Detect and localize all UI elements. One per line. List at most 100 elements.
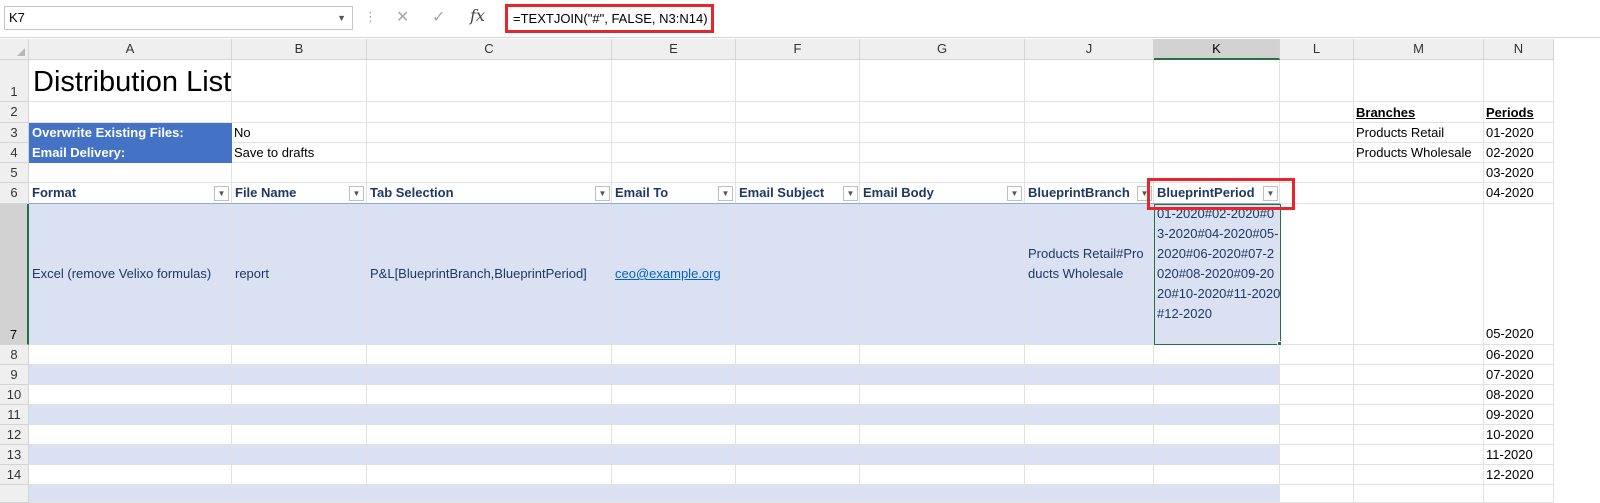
grid-cell[interactable]	[367, 425, 612, 445]
table-header-email-subject[interactable]: Email Subject	[736, 183, 860, 204]
grid-cell[interactable]	[1354, 405, 1484, 425]
grid-cell[interactable]	[1280, 143, 1354, 163]
grid-cell[interactable]	[736, 345, 860, 365]
grid-cell[interactable]	[612, 425, 736, 445]
grid-cell[interactable]	[1354, 385, 1484, 405]
column-header[interactable]: K	[1154, 39, 1280, 60]
grid-cell[interactable]	[1154, 405, 1280, 425]
option-email-delivery-value[interactable]: Save to drafts	[234, 143, 314, 163]
grid-cell[interactable]	[1154, 102, 1280, 123]
grid-cell[interactable]	[1484, 485, 1554, 503]
grid-cell[interactable]	[232, 405, 367, 425]
period-item[interactable]: 05-2020	[1486, 324, 1534, 344]
sheet-title[interactable]: Distribution List	[33, 63, 231, 101]
row-header[interactable]: 3	[0, 123, 29, 143]
grid-cell[interactable]	[1154, 60, 1280, 102]
grid-cell[interactable]	[1154, 465, 1280, 485]
grid-cell[interactable]	[367, 60, 612, 102]
grid-cell[interactable]	[232, 385, 367, 405]
grid-cell[interactable]	[736, 425, 860, 445]
grid-cell[interactable]	[612, 345, 736, 365]
grid-cell[interactable]	[367, 102, 612, 123]
grid-cell[interactable]	[1354, 60, 1484, 102]
grid-cell[interactable]	[612, 143, 736, 163]
period-item[interactable]: 11-2020	[1486, 445, 1533, 465]
grid-cell[interactable]	[367, 143, 612, 163]
grid-cell[interactable]	[29, 405, 232, 425]
grid-cell[interactable]	[860, 60, 1025, 102]
grid-cell[interactable]	[1280, 425, 1354, 445]
row-header[interactable]: 7	[0, 204, 29, 345]
cancel-icon[interactable]: ✕	[396, 7, 409, 27]
grid-cell[interactable]	[1354, 204, 1484, 345]
period-item[interactable]: 06-2020	[1486, 345, 1534, 365]
grid-cell[interactable]	[29, 445, 232, 465]
grid-cell[interactable]	[860, 204, 1025, 345]
table-header-format[interactable]: Format	[29, 183, 232, 204]
grid-cell[interactable]	[1354, 163, 1484, 183]
grid-cell[interactable]	[1154, 365, 1280, 385]
grid-cell[interactable]	[1025, 405, 1154, 425]
filter-dropdown-icon[interactable]: ▼	[1007, 186, 1022, 201]
row-header[interactable]: 9	[0, 365, 29, 385]
branch-item[interactable]: Products Wholesale	[1356, 143, 1472, 163]
grid-cell[interactable]	[736, 143, 860, 163]
name-box[interactable]: K7 ▼	[4, 6, 353, 30]
grid-cell[interactable]	[232, 345, 367, 365]
row-header[interactable]	[0, 485, 29, 503]
grid-cell[interactable]	[1025, 385, 1154, 405]
grid-cell[interactable]	[736, 465, 860, 485]
grid-cell[interactable]	[1154, 345, 1280, 365]
grid-cell[interactable]	[232, 485, 367, 503]
grid-cell[interactable]	[1354, 445, 1484, 465]
grid-cell[interactable]	[1025, 425, 1154, 445]
grid-cell[interactable]	[612, 485, 736, 503]
grid-cell[interactable]	[1280, 485, 1354, 503]
row-header[interactable]: 8	[0, 345, 29, 365]
cell-format[interactable]: Excel (remove Velixo formulas)	[32, 266, 211, 281]
period-item[interactable]: 12-2020	[1486, 465, 1534, 485]
grid-cell[interactable]	[860, 345, 1025, 365]
grid-cell[interactable]	[367, 123, 612, 143]
grid-cell[interactable]	[1154, 485, 1280, 503]
grid-cell[interactable]	[1025, 60, 1154, 102]
grid-cell[interactable]	[612, 163, 736, 183]
grid-cell[interactable]	[367, 405, 612, 425]
grid-cell[interactable]	[29, 102, 232, 123]
grid-cell[interactable]	[1354, 425, 1484, 445]
grid-cell[interactable]	[367, 365, 612, 385]
row-header[interactable]: 5	[0, 163, 29, 183]
grid-cell[interactable]	[232, 123, 367, 143]
column-header[interactable]: G	[860, 39, 1025, 60]
grid-cell[interactable]	[1354, 365, 1484, 385]
grid-cell[interactable]	[612, 102, 736, 123]
grid-cell[interactable]	[1280, 385, 1354, 405]
grid-cell[interactable]	[612, 365, 736, 385]
grid-cell[interactable]	[1025, 143, 1154, 163]
grid-cell[interactable]	[232, 465, 367, 485]
grid-cell[interactable]	[1354, 485, 1484, 503]
grid-cell[interactable]	[736, 102, 860, 123]
grid-cell[interactable]	[612, 445, 736, 465]
grid-cell[interactable]	[860, 465, 1025, 485]
option-overwrite-value[interactable]: No	[234, 123, 251, 143]
select-all-button[interactable]	[0, 39, 29, 60]
grid-cell[interactable]	[736, 445, 860, 465]
filter-dropdown-icon[interactable]: ▼	[349, 186, 364, 201]
row-header[interactable]: 12	[0, 425, 29, 445]
period-item[interactable]: 09-2020	[1486, 405, 1534, 425]
grid-cell[interactable]	[1025, 345, 1154, 365]
column-header[interactable]: L	[1280, 39, 1354, 60]
insert-function-icon[interactable]: fx	[470, 6, 485, 25]
grid-cell[interactable]	[1354, 345, 1484, 365]
formula-input[interactable]: =TEXTJOIN("#", FALSE, N3:N14)	[505, 4, 714, 33]
grid-cell[interactable]	[232, 60, 367, 102]
grid-cell[interactable]	[612, 465, 736, 485]
grid-cell[interactable]	[1280, 445, 1354, 465]
grid-cell[interactable]	[860, 163, 1025, 183]
grid-cell[interactable]	[367, 465, 612, 485]
grid-cell[interactable]	[860, 405, 1025, 425]
grid-cell[interactable]	[1154, 143, 1280, 163]
filter-dropdown-icon[interactable]: ▼	[718, 186, 733, 201]
row-header[interactable]: 6	[0, 183, 29, 204]
